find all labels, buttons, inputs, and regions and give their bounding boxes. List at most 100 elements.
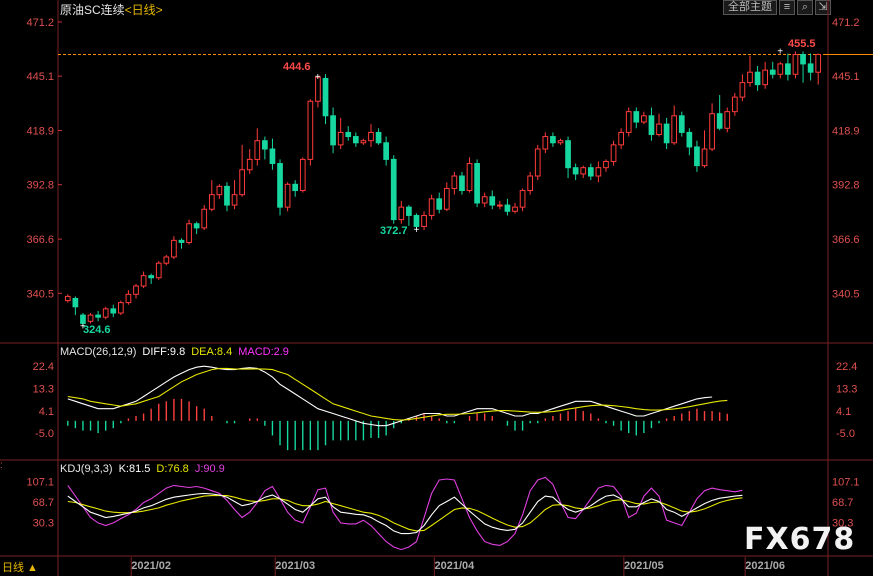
kdj-d-value: D:76.8 — [156, 463, 189, 475]
candle-body — [352, 136, 359, 144]
macd-tick-left: 4.1 — [39, 406, 54, 418]
candle-body — [102, 308, 109, 318]
candle-body — [686, 131, 693, 148]
candle-body — [201, 208, 208, 229]
candle-body — [193, 223, 200, 229]
price-tick-left: 471.2 — [26, 17, 54, 29]
candle-body — [474, 163, 480, 204]
kdj-params: KDJ(9,3,3) — [60, 463, 113, 475]
candle-body — [87, 314, 94, 322]
price-tick-right: 418.9 — [832, 126, 860, 138]
candle-body — [466, 163, 473, 192]
candle-body — [459, 175, 465, 192]
candle-body — [148, 275, 155, 279]
candle-body — [262, 140, 268, 150]
extreme-marker: + — [315, 72, 321, 83]
candle-body — [777, 63, 784, 75]
macd-dea-value: DEA:8.4 — [191, 346, 233, 358]
price-tick-right: 392.8 — [832, 180, 860, 192]
candle-body — [633, 111, 640, 123]
candle-body — [292, 183, 299, 192]
left-edge-marker: : — [0, 460, 3, 471]
period-toggle-button[interactable]: 日线 ▲ — [2, 559, 38, 575]
candle-body — [360, 140, 367, 144]
candle-body — [163, 256, 170, 264]
date-tick: 2021/03 — [275, 560, 315, 572]
candle-body — [155, 262, 162, 279]
macd-tick-right: 22.4 — [836, 361, 857, 373]
date-tick: 2021/05 — [624, 560, 664, 572]
kdj-chart — [67, 476, 743, 551]
macd-tick-right: 4.1 — [836, 406, 851, 418]
kdj-tick-right: 107.1 — [832, 477, 860, 489]
candle-body — [663, 123, 670, 144]
candle-body — [64, 295, 71, 302]
candle-body — [580, 167, 587, 175]
low-annotation: 324.6 — [83, 324, 111, 336]
date-tick: 2021/04 — [434, 560, 475, 572]
macd-tick-right: 13.3 — [836, 383, 857, 395]
candle-body — [671, 115, 678, 144]
price-tick-left: 340.5 — [26, 288, 54, 300]
candle-body — [792, 54, 799, 75]
price-chart: ++++ — [64, 46, 822, 332]
macd-tick-left: 22.4 — [33, 361, 54, 373]
candle-body — [747, 71, 753, 84]
candle-body — [269, 148, 276, 165]
candle-body — [345, 131, 352, 138]
macd-chart — [67, 365, 728, 451]
candle-body — [368, 131, 374, 142]
macd-params: MACD(26,12,9) — [60, 346, 137, 358]
candle-body — [648, 115, 655, 135]
last-price-annotation: 455.5 — [788, 38, 816, 50]
candle-body — [383, 142, 389, 160]
extreme-marker: + — [413, 225, 419, 236]
candle-body — [481, 196, 488, 204]
candle-body — [678, 115, 685, 133]
candle-body — [451, 175, 458, 189]
candle-body — [337, 131, 344, 146]
macd-value: MACD:2.9 — [238, 346, 289, 358]
candle-body — [428, 198, 435, 216]
candle-body — [519, 190, 526, 208]
candle-body — [375, 131, 382, 144]
chart-canvas[interactable]: ++++ 471.2 471.2445.1 445.1418.9 418.9392.8… — [0, 0, 873, 576]
candle-body — [489, 196, 496, 206]
candle-body — [95, 314, 101, 318]
candle-body — [565, 140, 571, 169]
candle-body — [299, 158, 306, 192]
mid-low-annotation: 372.7 — [380, 225, 408, 237]
macd-diff-line — [67, 365, 713, 427]
candle-body — [436, 198, 443, 210]
candle-body — [118, 302, 124, 314]
candle-body — [398, 206, 405, 221]
candle-body — [800, 54, 806, 65]
candle-body — [133, 285, 139, 295]
candle-body — [739, 82, 746, 98]
kdj-tick-left: 30.3 — [33, 518, 54, 530]
kdj-tick-right: 68.7 — [832, 497, 853, 509]
kdj-tick-left: 68.7 — [33, 497, 54, 509]
candle-body — [724, 111, 731, 129]
candle-body — [72, 297, 79, 308]
price-tick-right: 471.2 — [832, 17, 860, 29]
candle-body — [110, 308, 117, 314]
candle-body — [815, 54, 822, 73]
candle-body — [231, 194, 238, 206]
watermark: FX678 — [744, 522, 856, 557]
candle-body — [421, 214, 427, 227]
macd-tick-left: 13.3 — [33, 383, 54, 395]
extreme-marker: + — [777, 46, 783, 57]
candle-body — [557, 140, 564, 144]
candle-body — [534, 148, 541, 177]
kdj-j-line — [67, 476, 743, 551]
candle-body — [406, 206, 412, 216]
date-tick: 2021/02 — [131, 560, 171, 572]
candle-body — [701, 148, 708, 167]
candle-body — [550, 136, 556, 144]
macd-tick-right: -5.0 — [836, 428, 855, 440]
macd-legend: MACD(26,12,9) DIFF:9.8 DEA:8.4 MACD:2.9 — [60, 346, 295, 358]
candle-body — [762, 69, 768, 86]
candle-body — [754, 71, 761, 86]
price-tick-right: 445.1 — [832, 71, 860, 83]
